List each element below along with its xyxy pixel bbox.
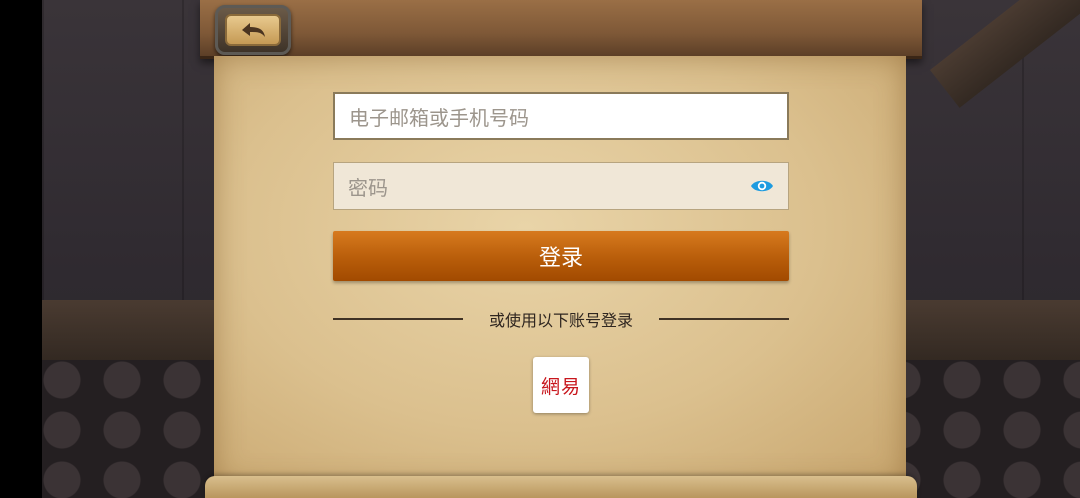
back-button[interactable] (215, 5, 291, 55)
parchment-bottom-roll (205, 476, 917, 498)
wood-beam-right (900, 300, 1080, 360)
netease-login-button[interactable]: 網易 (533, 357, 589, 413)
account-placeholder: 电子邮箱或手机号码 (349, 105, 529, 130)
divider-line-left (333, 318, 463, 320)
left-black-bar (0, 0, 42, 498)
login-button-label: 登录 (538, 246, 583, 271)
account-input[interactable]: 电子邮箱或手机号码 (333, 92, 789, 140)
eye-icon[interactable] (750, 178, 774, 194)
alternate-login-divider: 或使用以下账号登录 (333, 308, 790, 330)
password-placeholder: 密码 (348, 175, 388, 200)
login-button[interactable]: 登录 (333, 231, 789, 281)
wooden-header-board (200, 0, 922, 59)
wood-beam-left (42, 300, 242, 360)
back-arrow-icon (242, 23, 265, 37)
divider-line-right (659, 318, 790, 320)
netease-logo-text: 網易 (540, 375, 581, 398)
back-button-face (225, 14, 281, 46)
divider-text: 或使用以下账号登录 (489, 311, 634, 330)
password-input[interactable]: 密码 (333, 162, 789, 210)
